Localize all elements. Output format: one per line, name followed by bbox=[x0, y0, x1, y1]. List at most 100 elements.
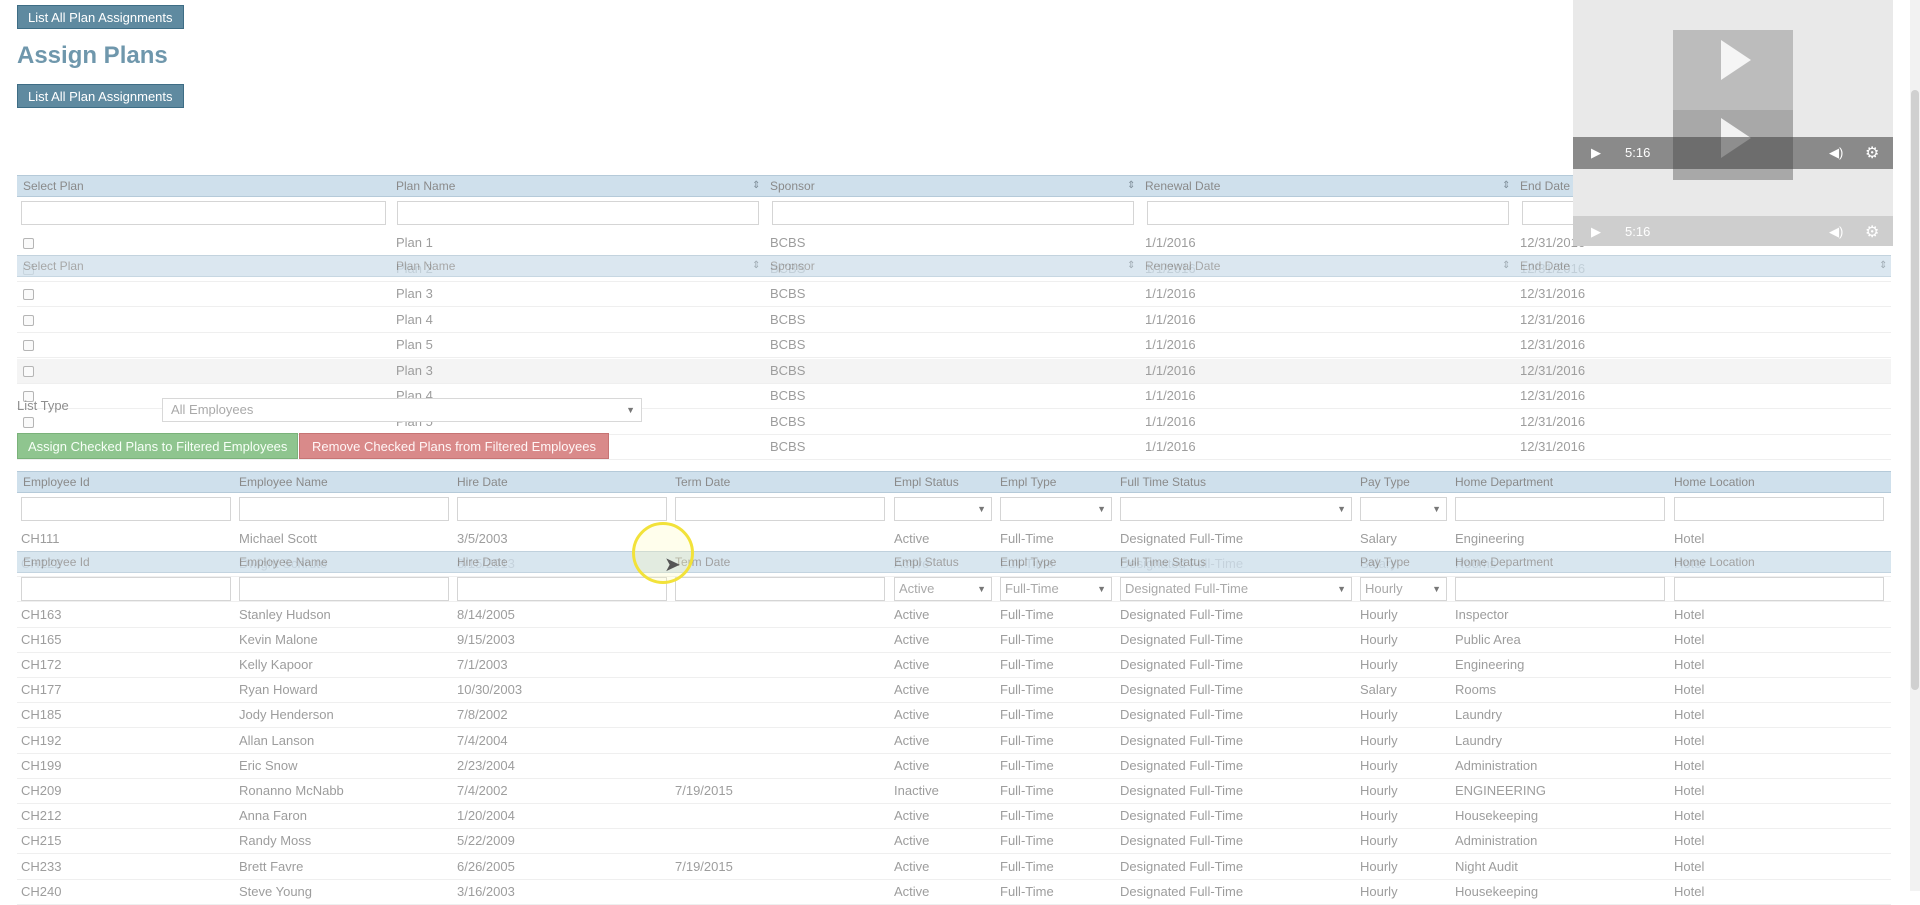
filter-empl-type[interactable]: ▼ bbox=[1000, 497, 1112, 521]
filter-employee-id[interactable] bbox=[21, 577, 231, 601]
list-type-label: List Type bbox=[17, 398, 69, 413]
col-pay-type[interactable]: Pay Type bbox=[1360, 472, 1410, 492]
col-sponsor[interactable]: Sponsor bbox=[770, 176, 815, 196]
employee-cell-loc: Hotel bbox=[1674, 808, 1705, 824]
employee-cell-pay: Hourly bbox=[1360, 657, 1398, 672]
volume-icon[interactable]: ◀) bbox=[1829, 224, 1843, 240]
plan-checkbox[interactable] bbox=[23, 314, 34, 326]
filter-pay-type[interactable]: Hourly ▼ bbox=[1360, 577, 1447, 601]
employee-cell-type: Full-Time bbox=[1000, 732, 1054, 748]
gear-icon[interactable]: ⚙ bbox=[1865, 143, 1879, 163]
employee-row[interactable]: CH185 Jody Henderson 7/8/2002 Active Full-Ti… bbox=[17, 703, 1891, 729]
filter-empl-status[interactable]: Active ▼ bbox=[894, 577, 992, 601]
plan-checkbox[interactable] bbox=[23, 416, 34, 428]
filter-full-time-status[interactable]: ▼ bbox=[1120, 497, 1352, 521]
employee-row[interactable]: CH177 Ryan Howard 10/30/2003 Active Full-Tim… bbox=[17, 678, 1891, 704]
employee-row[interactable]: CH233 Brett Favre 6/26/2005 7/19/2015 Active… bbox=[17, 855, 1891, 880]
employee-cell-loc: Hotel bbox=[1674, 732, 1705, 748]
employee-row[interactable]: CH209 Ronanno McNabb 7/4/2002 7/19/2015 Inac… bbox=[17, 779, 1891, 804]
sort-icon: ⇕ bbox=[1502, 260, 1511, 271]
filter-empl-status[interactable]: ▼ bbox=[894, 497, 992, 521]
employee-row[interactable]: CH172 Kelly Kapoor 7/1/2003 Active Full-Time… bbox=[17, 653, 1891, 678]
filter-home-location[interactable] bbox=[1674, 577, 1884, 601]
employee-cell-hire: 3/5/2003 bbox=[457, 531, 508, 546]
video-player[interactable]: ▶ 5:16 ◀) ⚙ ▶ 5:16 ◀) ⚙ bbox=[1573, 0, 1893, 246]
col-home-location[interactable]: Home Location bbox=[1674, 472, 1755, 492]
employee-cell-fts: Designated Full-Time bbox=[1120, 682, 1244, 698]
employee-cell-hire: 1/20/2004 bbox=[457, 808, 515, 824]
plan-row[interactable]: Plan 5 BCBS 1/1/2016 12/31/2016 bbox=[17, 333, 1891, 358]
list-type-value: All Employees bbox=[171, 402, 254, 417]
filter-home-department[interactable] bbox=[1455, 577, 1665, 601]
play-icon[interactable] bbox=[1721, 40, 1751, 80]
col-renewal-date[interactable]: Renewal Date bbox=[1145, 176, 1220, 196]
filter-term-date[interactable] bbox=[675, 497, 885, 521]
col-empl-status[interactable]: Empl Status bbox=[894, 472, 959, 492]
employee-row[interactable]: CH165 Kevin Malone 9/15/2003 Active Full-Tim… bbox=[17, 628, 1891, 653]
employee-row[interactable]: CH240 Steve Young 3/16/2003 Active Full-Time… bbox=[17, 880, 1891, 905]
filter-select-plan[interactable] bbox=[21, 201, 386, 225]
remove-plans-button[interactable]: Remove Checked Plans from Filtered Emplo… bbox=[299, 433, 609, 459]
plan-cell-renewal: 1/1/2016 bbox=[1145, 311, 1196, 327]
plan-row[interactable]: Plan 3 BCBS 1/1/2016 12/31/2016 bbox=[17, 282, 1891, 307]
plan-checkbox[interactable] bbox=[23, 340, 34, 351]
plan-checkbox[interactable] bbox=[23, 289, 34, 300]
plan-cell-renewal: 1/1/2016 bbox=[1145, 235, 1196, 250]
filter-hire-date[interactable] bbox=[457, 577, 667, 601]
employee-cell-id: CH209 bbox=[21, 783, 62, 798]
col-empl-type[interactable]: Empl Type bbox=[1000, 472, 1056, 492]
sort-icon[interactable]: ⇕ bbox=[1127, 176, 1135, 196]
filter-plan-name[interactable] bbox=[397, 201, 759, 225]
gear-icon[interactable]: ⚙ bbox=[1865, 222, 1879, 242]
col-full-time-status[interactable]: Full Time Status bbox=[1120, 472, 1206, 492]
sort-icon[interactable]: ⇕ bbox=[1502, 176, 1510, 196]
employee-row[interactable]: CH192 Allan Lanson 7/4/2004 Active Full-Time… bbox=[17, 729, 1891, 754]
employee-row[interactable]: CH212 Anna Faron 1/20/2004 Active Full-Time D… bbox=[17, 804, 1891, 830]
filter-sponsor[interactable] bbox=[772, 201, 1134, 225]
plan-row[interactable]: Plan 3 BCBS 1/1/2016 12/31/2016 bbox=[17, 358, 1891, 384]
list-all-plan-assignments-button-top[interactable]: List All Plan Assignments bbox=[17, 5, 184, 29]
col-plan-name[interactable]: Plan Name bbox=[396, 176, 455, 196]
play-icon[interactable]: ▶ bbox=[1591, 224, 1601, 240]
play-icon[interactable]: ▶ bbox=[1591, 145, 1601, 161]
filter-hire-date[interactable] bbox=[457, 497, 667, 521]
col-home-department[interactable]: Home Department bbox=[1455, 472, 1553, 492]
filter-employee-name[interactable] bbox=[239, 497, 449, 521]
col-term-date[interactable]: Term Date bbox=[675, 472, 730, 492]
col-end-date: End Date bbox=[1520, 259, 1571, 273]
volume-icon[interactable]: ◀) bbox=[1829, 145, 1843, 161]
video-controls-ghost: ▶ 5:16 ◀) ⚙ bbox=[1573, 216, 1893, 246]
scrollbar-thumb[interactable] bbox=[1911, 90, 1919, 690]
sort-icon[interactable]: ⇕ bbox=[752, 176, 760, 196]
col-employee-id[interactable]: Employee Id bbox=[23, 472, 90, 492]
employee-cell-loc: Hotel bbox=[1674, 631, 1705, 647]
employee-row[interactable]: CH163 Stanley Hudson 8/14/2005 Active Full-T… bbox=[17, 603, 1891, 628]
employee-row[interactable]: CH199 Eric Snow 2/23/2004 Active Full-Time De… bbox=[17, 754, 1891, 779]
plan-checkbox[interactable] bbox=[23, 238, 34, 249]
filter-renewal-date[interactable] bbox=[1147, 201, 1509, 225]
filter-home-department[interactable] bbox=[1455, 497, 1665, 521]
employee-row[interactable]: CH111 Michael Scott 3/5/2003 Active Full-Tim… bbox=[17, 527, 1891, 552]
filter-full-time-status[interactable]: Designated Full-Time ▼ bbox=[1120, 577, 1352, 601]
filter-employee-name[interactable] bbox=[239, 577, 449, 601]
filter-pay-type[interactable]: ▼ bbox=[1360, 497, 1447, 521]
plan-checkbox[interactable] bbox=[23, 365, 34, 377]
col-home-location: Home Location bbox=[1674, 555, 1755, 569]
assign-plans-button[interactable]: Assign Checked Plans to Filtered Employe… bbox=[17, 433, 299, 459]
filter-empl-type[interactable]: Full-Time ▼ bbox=[1000, 577, 1112, 601]
col-hire-date[interactable]: Hire Date bbox=[457, 472, 508, 492]
employee-row[interactable]: CH215 Randy Moss 5/22/2009 Active Full-Time D… bbox=[17, 829, 1891, 855]
plan-cell-name: Plan 5 bbox=[396, 337, 433, 352]
filter-employee-id[interactable] bbox=[21, 497, 231, 521]
list-all-plan-assignments-button[interactable]: List All Plan Assignments bbox=[17, 84, 184, 108]
employee-cell-hire: 2/23/2004 bbox=[457, 757, 515, 773]
plan-row[interactable]: Plan 4 BCBS 1/1/2016 12/31/2016 bbox=[17, 308, 1891, 333]
employee-cell-pay: Hourly bbox=[1360, 707, 1398, 723]
col-end-date[interactable]: End Date bbox=[1520, 176, 1570, 196]
filter-term-date[interactable] bbox=[675, 577, 885, 601]
employee-cell-hire: 10/30/2003 bbox=[457, 682, 523, 698]
col-employee-name[interactable]: Employee Name bbox=[239, 472, 328, 492]
list-type-select[interactable]: All Employees ▼ bbox=[162, 398, 642, 422]
employee-cell-status: Active bbox=[894, 657, 930, 672]
filter-home-location[interactable] bbox=[1674, 497, 1884, 521]
